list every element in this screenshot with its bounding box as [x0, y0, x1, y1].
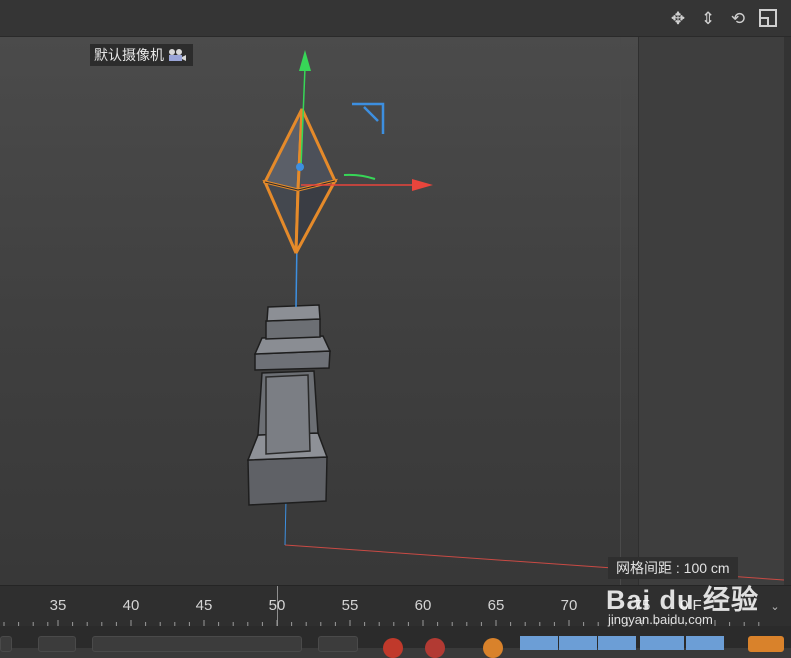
timeline-tick: 70: [560, 597, 578, 614]
camera-selector[interactable]: 默认摄像机: [90, 44, 193, 66]
film-icon[interactable]: [748, 636, 784, 652]
toolbar-button[interactable]: [38, 636, 76, 652]
timeline-tick: 40: [122, 597, 140, 614]
timeline-tick: 35: [49, 597, 67, 614]
rook-object: [246, 304, 332, 506]
playback-controls[interactable]: [92, 636, 302, 652]
dolly-view-icon[interactable]: ⇕: [697, 8, 719, 30]
record-icon[interactable]: [383, 638, 403, 658]
keyframe-icon[interactable]: [483, 638, 503, 658]
grid-spacing-readout: 网格间距 : 100 cm: [608, 557, 738, 579]
viewport-edge: [784, 37, 791, 585]
rotate-view-icon[interactable]: ⟲: [727, 8, 749, 30]
scene-canvas[interactable]: [0, 37, 784, 585]
toolbar-button[interactable]: [318, 636, 358, 652]
autokey-icon[interactable]: [425, 638, 445, 658]
timeline-tick: 45: [195, 597, 213, 614]
viewport-header: ✥ ⇕ ⟲: [0, 0, 791, 37]
world-z-axis: [284, 498, 287, 546]
move-view-icon[interactable]: ✥: [667, 8, 689, 30]
camera-object-selected: [262, 108, 338, 254]
timeline-tick: 75: [633, 597, 651, 614]
timeline-tick: 60: [414, 597, 432, 614]
timeline-tick: 55: [341, 597, 359, 614]
timeline-tick: 65: [487, 597, 505, 614]
chevron-down-icon[interactable]: ⌄: [768, 600, 782, 614]
toggle-view-icon[interactable]: [757, 8, 779, 30]
viewport-3d[interactable]: 默认摄像机 网格间距 : 100 cm: [0, 37, 784, 585]
transport-toolbar: [0, 626, 791, 658]
frame-readout: 0 F: [680, 597, 702, 614]
toolbar-button[interactable]: [0, 636, 12, 652]
camera-label-text: 默认摄像机: [94, 47, 164, 63]
timeline-ruler[interactable]: 35 40 45 50 55 60 65 70 75 0 F ⌄: [0, 585, 791, 626]
camera-icon: [169, 49, 186, 61]
